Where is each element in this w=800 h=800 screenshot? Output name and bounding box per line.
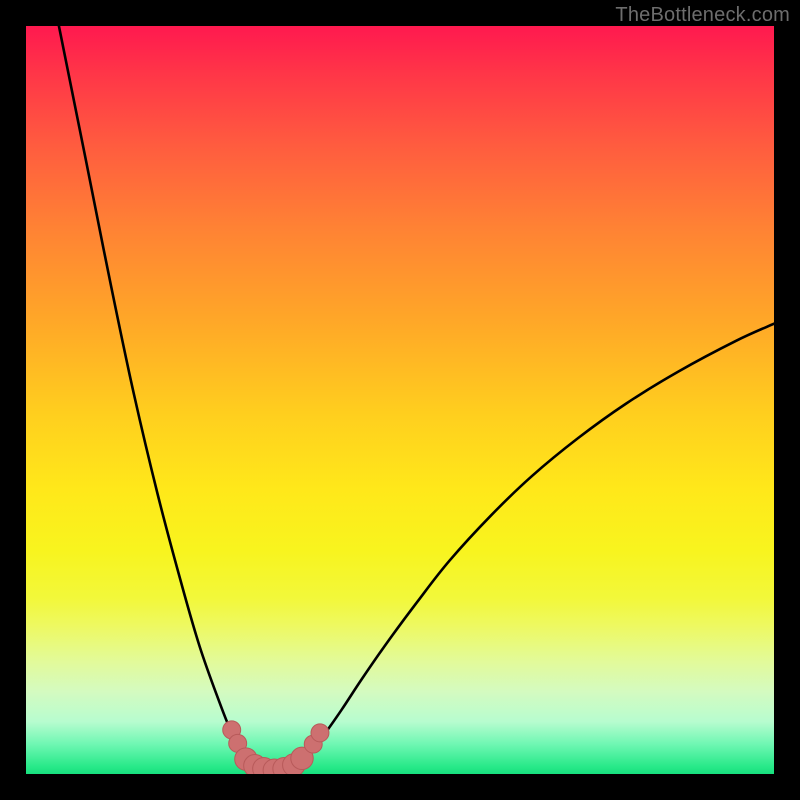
watermark-text: TheBottleneck.com [615, 4, 790, 27]
chart-plot-area [26, 26, 774, 774]
bottleneck-curve [26, 26, 774, 774]
chart-frame: TheBottleneck.com [0, 0, 800, 800]
curve-left-branch [59, 26, 266, 770]
curve-right-branch [286, 324, 774, 771]
valley-marker [311, 724, 329, 742]
